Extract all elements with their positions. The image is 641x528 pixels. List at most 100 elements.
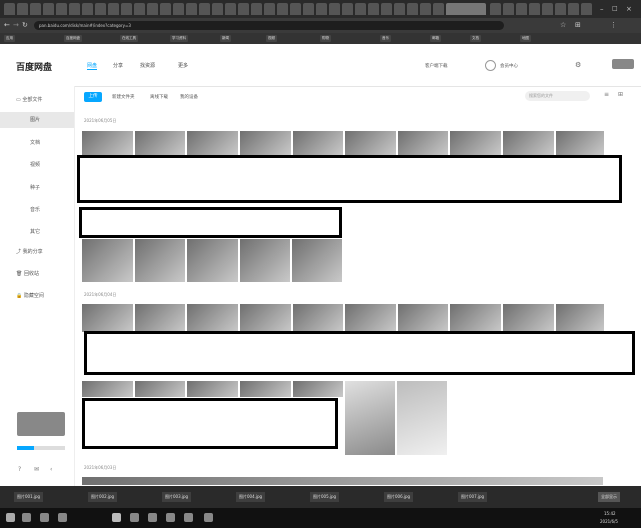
browser-tab[interactable] xyxy=(581,3,592,15)
photo-thumbnail[interactable] xyxy=(186,238,239,283)
sidebar-item-music[interactable]: 音乐 xyxy=(0,202,74,218)
browser-tab[interactable] xyxy=(407,3,418,15)
browser-tab[interactable] xyxy=(147,3,158,15)
app-icon[interactable] xyxy=(148,513,157,522)
browser-tab[interactable] xyxy=(433,3,444,15)
sidebar-item-my-shares[interactable]: ⤴ 我的分享 xyxy=(0,244,74,260)
photo-thumbnail[interactable] xyxy=(292,303,344,333)
forward-icon[interactable]: → xyxy=(13,21,19,29)
photo-thumbnail[interactable] xyxy=(81,303,134,333)
promo-banner[interactable] xyxy=(17,412,65,436)
photo-thumbnail[interactable] xyxy=(134,380,186,398)
photo-thumbnail[interactable] xyxy=(555,303,605,333)
browser-tab[interactable] xyxy=(17,3,28,15)
offline-download-button[interactable]: 离线下载 xyxy=(150,94,168,100)
sidebar-item-videos[interactable]: 视频 xyxy=(0,157,74,173)
photo-thumbnail[interactable] xyxy=(81,380,134,398)
sidebar-item-other[interactable]: 其它 xyxy=(0,224,74,240)
browser-tab[interactable] xyxy=(4,3,15,15)
grid-view-icon[interactable]: ⊞ xyxy=(618,91,623,98)
tab-find[interactable]: 找资源 xyxy=(140,62,155,69)
collapse-icon[interactable]: ‹ xyxy=(50,466,52,473)
bookmark-item[interactable]: 地图 xyxy=(520,35,531,42)
photo-thumbnail[interactable] xyxy=(186,303,239,333)
browser-tab[interactable] xyxy=(381,3,392,15)
bookmark-item[interactable]: 在线工具 xyxy=(120,35,138,42)
search-icon[interactable] xyxy=(22,513,31,522)
maximize-icon[interactable]: □ xyxy=(612,3,620,15)
browser-tab[interactable] xyxy=(316,3,327,15)
photo-thumbnail[interactable] xyxy=(239,130,292,156)
browser-tab[interactable] xyxy=(555,3,566,15)
download-item[interactable]: 图片007.jpg xyxy=(458,492,488,502)
my-devices-button[interactable]: 我的设备 xyxy=(180,94,198,100)
browser-tab-active[interactable] xyxy=(446,3,486,15)
photo-thumbnail[interactable] xyxy=(502,130,555,156)
browser-app-icon[interactable] xyxy=(112,513,121,522)
upload-button[interactable]: 上传 xyxy=(84,92,102,102)
star-icon[interactable]: ☆ xyxy=(560,21,566,29)
photo-thumbnail[interactable] xyxy=(344,380,396,456)
client-download-link[interactable]: 客户端下载 xyxy=(425,63,448,69)
browser-tab[interactable] xyxy=(69,3,80,15)
browser-tab[interactable] xyxy=(264,3,275,15)
avatar[interactable] xyxy=(485,60,496,71)
photo-thumbnail[interactable] xyxy=(239,303,292,333)
back-icon[interactable]: ← xyxy=(4,21,10,29)
photo-thumbnail[interactable] xyxy=(239,238,291,283)
photo-thumbnail[interactable] xyxy=(291,238,343,283)
show-all-downloads-button[interactable]: 全部显示 xyxy=(598,492,620,502)
reload-icon[interactable]: ↻ xyxy=(22,21,28,29)
url-field[interactable]: pan.baidu.com/disk/main#/index?category=… xyxy=(34,21,504,30)
feedback-icon[interactable]: ✉ xyxy=(34,466,39,473)
browser-tab[interactable] xyxy=(303,3,314,15)
app-icon[interactable] xyxy=(130,513,139,522)
browser-tab[interactable] xyxy=(121,3,132,15)
new-folder-button[interactable]: 新建文件夹 xyxy=(112,94,135,100)
browser-tab[interactable] xyxy=(56,3,67,15)
photo-thumbnail[interactable] xyxy=(396,380,448,456)
search-input[interactable]: 搜索您的文件 xyxy=(525,91,590,101)
browser-tab[interactable] xyxy=(420,3,431,15)
browser-tab[interactable] xyxy=(290,3,301,15)
photo-thumbnail[interactable] xyxy=(344,303,397,333)
browser-tab[interactable] xyxy=(542,3,553,15)
browser-tab[interactable] xyxy=(251,3,262,15)
download-item[interactable]: 图片002.jpg xyxy=(88,492,118,502)
browser-tab[interactable] xyxy=(186,3,197,15)
photo-thumbnail[interactable] xyxy=(134,130,186,156)
vip-center-link[interactable]: 会员中心 xyxy=(500,63,518,69)
browser-tab[interactable] xyxy=(368,3,379,15)
photo-thumbnail[interactable] xyxy=(397,130,449,156)
photo-thumbnail[interactable] xyxy=(449,303,502,333)
download-item[interactable]: 图片005.jpg xyxy=(310,492,340,502)
download-item[interactable]: 图片004.jpg xyxy=(236,492,266,502)
browser-tab[interactable] xyxy=(173,3,184,15)
browser-tab[interactable] xyxy=(516,3,527,15)
file-explorer-icon[interactable] xyxy=(58,513,67,522)
start-icon[interactable] xyxy=(6,513,15,522)
app-icon[interactable] xyxy=(166,513,175,522)
photo-thumbnail[interactable] xyxy=(186,130,239,156)
sidebar-item-images[interactable]: 图片 xyxy=(0,112,74,128)
upgrade-button[interactable] xyxy=(612,59,634,69)
browser-tab[interactable] xyxy=(490,3,501,15)
download-item[interactable]: 图片006.jpg xyxy=(384,492,414,502)
browser-tab[interactable] xyxy=(342,3,353,15)
photo-thumbnail-row[interactable] xyxy=(81,476,604,486)
bookmark-item[interactable]: 学习资料 xyxy=(170,35,188,42)
photo-thumbnail[interactable] xyxy=(555,130,605,156)
photo-thumbnail[interactable] xyxy=(81,130,134,156)
close-icon[interactable]: × xyxy=(626,3,634,15)
photo-thumbnail[interactable] xyxy=(292,380,344,398)
browser-tab[interactable] xyxy=(225,3,236,15)
help-icon[interactable]: ? xyxy=(18,466,21,473)
photo-thumbnail[interactable] xyxy=(134,303,186,333)
browser-tab[interactable] xyxy=(212,3,223,15)
bookmark-item[interactable]: 应用 xyxy=(4,35,15,42)
browser-tab[interactable] xyxy=(277,3,288,15)
browser-tab[interactable] xyxy=(529,3,540,15)
sidebar-item-all-files[interactable]: ▭ 全部文件 xyxy=(0,92,74,108)
photo-thumbnail[interactable] xyxy=(186,380,239,398)
task-view-icon[interactable] xyxy=(40,513,49,522)
